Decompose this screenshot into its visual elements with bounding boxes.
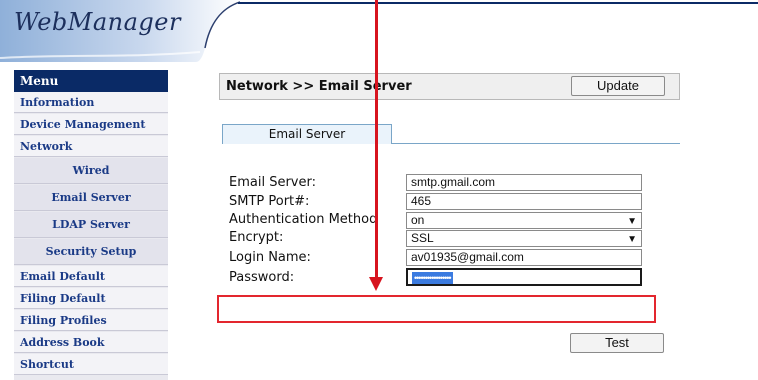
email-server-label: Email Server: <box>229 175 316 190</box>
annotation-highlight-box <box>217 295 656 323</box>
auth-method-value: on <box>411 213 425 227</box>
page-title-bar: Network >> Email Server Update <box>219 73 680 100</box>
page-title: Network >> Email Server <box>226 79 412 94</box>
sidebar-item-email-default[interactable]: Email Default <box>14 266 168 287</box>
sidebar-item-filing-profiles[interactable]: Filing Profiles <box>14 310 168 331</box>
header-divider <box>238 2 758 4</box>
annotation-arrow-head-icon <box>369 277 383 291</box>
sidebar-item-information[interactable]: Information <box>14 92 168 113</box>
sidebar-item-security-setup[interactable]: Security Setup <box>14 239 168 265</box>
encrypt-value: SSL <box>411 231 434 245</box>
annotation-arrow-line <box>375 0 378 280</box>
sidebar-item-filing-default[interactable]: Filing Default <box>14 288 168 309</box>
sidebar-item-device-management[interactable]: Device Management <box>14 114 168 135</box>
smtp-port-input[interactable]: 465 <box>406 193 642 210</box>
sidebar-item-address-book[interactable]: Address Book <box>14 332 168 353</box>
login-name-input[interactable]: av01935@gmail.com <box>406 249 642 266</box>
sidebar-item-shortcut[interactable]: Shortcut <box>14 354 168 375</box>
logo-text: WebManager <box>14 8 181 36</box>
sidebar-item-network[interactable]: Network <box>14 136 168 157</box>
login-name-label: Login Name: <box>229 250 311 265</box>
auth-method-label: Authentication Method <box>229 212 378 227</box>
test-button[interactable]: Test <box>570 333 664 353</box>
tab-email-server[interactable]: Email Server <box>222 124 392 144</box>
update-button[interactable]: Update <box>571 76 665 96</box>
header: WebManager <box>0 0 758 62</box>
sidebar-item-wired[interactable]: Wired <box>14 158 168 184</box>
sidebar-item-ldap-server[interactable]: LDAP Server <box>14 212 168 238</box>
encrypt-label: Encrypt: <box>229 230 284 245</box>
smtp-port-label: SMTP Port#: <box>229 194 310 209</box>
password-value: ••••••••••••••••• <box>412 272 453 284</box>
chevron-down-icon: ▼ <box>627 234 637 245</box>
sidebar: Menu Information Device Management Netwo… <box>14 70 168 380</box>
encrypt-select[interactable]: SSL ▼ <box>406 230 642 247</box>
auth-method-select[interactable]: on ▼ <box>406 212 642 229</box>
chevron-down-icon: ▼ <box>627 216 637 227</box>
tab-divider <box>392 143 680 144</box>
password-input[interactable]: ••••••••••••••••• <box>406 268 642 286</box>
password-label: Password: <box>229 270 295 285</box>
email-server-input[interactable]: smtp.gmail.com <box>406 174 642 191</box>
menu-title: Menu <box>14 70 168 92</box>
logo: WebManager <box>0 0 240 62</box>
sidebar-item-email-server[interactable]: Email Server <box>14 185 168 211</box>
